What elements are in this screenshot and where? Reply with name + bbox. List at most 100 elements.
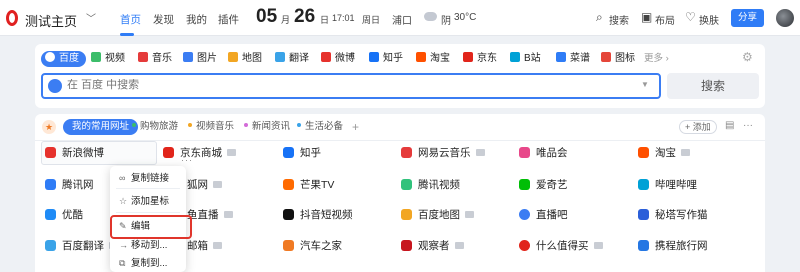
nav-mine[interactable]: 我的 <box>186 12 207 27</box>
site-label: 淘宝 <box>655 147 676 159</box>
site-sohu[interactable]: 狐网 <box>187 175 222 195</box>
engine-label: 淘宝 <box>430 53 450 64</box>
tab-video-music[interactable]: 视频音乐 <box>188 119 234 135</box>
skin-icon[interactable]: ♡ <box>685 10 696 24</box>
engine-tab-translate[interactable]: 翻译 <box>275 51 309 67</box>
nav-plugins[interactable]: 插件 <box>218 12 239 27</box>
chevron-down-icon[interactable]: ﹀ <box>86 10 96 25</box>
engine-tab-weibo[interactable]: 微博 <box>321 51 355 67</box>
site-douyu[interactable]: 鱼直播 <box>187 205 233 225</box>
clock-time: 17:01 <box>332 13 355 23</box>
engine-tab-recipes[interactable]: 菜谱 <box>556 51 590 67</box>
site-douyin[interactable]: 抖音短视频 <box>283 205 353 225</box>
layout-tool-label[interactable]: 布局 <box>655 12 675 27</box>
engine-label: 图片 <box>197 53 217 64</box>
add-category-button[interactable]: + <box>352 119 359 135</box>
menu-label: 复制链接 <box>131 173 170 184</box>
folder-icon <box>465 211 474 218</box>
engine-label: 京东 <box>477 53 497 64</box>
gear-icon[interactable]: ⚙ <box>742 50 753 64</box>
site-netease-music[interactable]: 网易云音乐 <box>401 143 485 163</box>
menu-label: 移动到... <box>131 240 168 251</box>
share-button[interactable]: 分享 <box>731 9 764 27</box>
menu-add-star[interactable]: ☆ 添加星标 <box>110 192 186 210</box>
menu-copy-to[interactable]: ⧉ 复制到... <box>110 254 186 272</box>
site-label: 观察者 <box>418 240 450 252</box>
engine-tab-map[interactable]: 地图 <box>228 51 262 67</box>
link-icon: ∞ <box>119 173 126 183</box>
date-day-unit: 日 <box>320 15 330 25</box>
date-month-unit: 月 <box>281 15 291 25</box>
engine-tab-video[interactable]: 视频 <box>91 51 125 67</box>
site-zhihu[interactable]: 知乎 <box>283 143 321 163</box>
site-baidu-map[interactable]: 百度地图 <box>401 205 474 225</box>
engine-tab-baidu[interactable]: 百度 <box>41 51 86 67</box>
site-iqiyi[interactable]: 爱奇艺 <box>519 175 568 195</box>
weather-temp: 30°C <box>454 12 477 23</box>
weibo-icon <box>321 52 331 62</box>
site-taobao[interactable]: 淘宝 <box>638 143 690 163</box>
menu-label: 添加星标 <box>131 196 170 207</box>
engine-label: 百度 <box>59 53 79 64</box>
nav-home[interactable]: 首页 <box>120 12 141 27</box>
top-bar: 测试主页 ﹀ 首页 发现 我的 插件 05 月 26 日 17:01 周日 浦口… <box>0 0 800 36</box>
zhihu-icon <box>369 52 379 62</box>
avatar[interactable] <box>776 9 794 27</box>
site-smzdm[interactable]: 什么值得买 <box>519 236 603 256</box>
site-baidu-translate[interactable]: 百度翻译 <box>45 236 118 256</box>
layout-icon[interactable]: ▣ <box>641 10 652 24</box>
more-icon[interactable]: ··· <box>743 120 753 131</box>
baidu-paw-icon <box>48 79 62 93</box>
engine-label: 翻译 <box>289 53 309 64</box>
site-qq[interactable]: 腾讯网 <box>45 175 94 195</box>
site-mgtv[interactable]: 芒果TV <box>283 175 334 195</box>
search-button[interactable]: 搜索 <box>667 73 759 99</box>
tencent-video-icon <box>401 179 412 190</box>
skin-tool-label[interactable]: 换肤 <box>699 12 719 27</box>
site-zhibo8[interactable]: 直播吧 <box>519 205 568 225</box>
site-ctrip[interactable]: 携程旅行网 <box>638 236 708 256</box>
weather-city[interactable]: 浦口 <box>392 12 412 27</box>
menu-label: 复制到... <box>131 258 168 269</box>
nav-discover[interactable]: 发现 <box>153 12 174 27</box>
engine-label: 音乐 <box>152 53 172 64</box>
site-jd[interactable]: 京东商城 <box>163 143 236 163</box>
tab-news[interactable]: 新闻资讯 <box>244 119 290 135</box>
dot-icon <box>297 123 301 127</box>
engine-tab-music[interactable]: 音乐 <box>138 51 172 67</box>
folder-icon <box>454 242 464 249</box>
bilibili-icon <box>510 52 520 62</box>
site-autohome[interactable]: 汽车之家 <box>283 236 342 256</box>
site-xiezuomao[interactable]: 秘塔写作猫 <box>638 205 708 225</box>
site-vip[interactable]: 唯品会 <box>519 143 568 163</box>
site-youku[interactable]: 优酷 <box>45 205 83 225</box>
site-label: 腾讯视频 <box>418 179 460 191</box>
youku-icon <box>45 209 56 220</box>
add-site-button[interactable]: + 添加 <box>679 120 717 134</box>
site-bilibili[interactable]: 哔哩哔哩 <box>638 175 697 195</box>
site-guancha[interactable]: 观察者 <box>401 236 464 256</box>
site-weibo[interactable]: 新浪微博 <box>45 143 104 163</box>
search-icon[interactable]: ⌕ <box>596 10 603 25</box>
more-engines-button[interactable]: 更多 › <box>644 51 669 67</box>
engine-tab-jd[interactable]: 京东 <box>463 51 497 67</box>
tab-life[interactable]: 生活必备 <box>297 119 343 135</box>
folder-icon <box>681 149 690 156</box>
nav-active-indicator <box>120 33 134 36</box>
taobao-icon <box>416 52 426 62</box>
grid-icon[interactable]: ▤ <box>725 120 734 131</box>
search-tool-label[interactable]: 搜索 <box>609 12 629 27</box>
engine-tab-zhihu[interactable]: 知乎 <box>369 51 403 67</box>
menu-copy-link[interactable]: ∞ 复制链接 <box>110 169 186 187</box>
page-title[interactable]: 测试主页 <box>25 11 77 30</box>
tab-frequent-sites[interactable]: 我的常用网址 <box>63 119 139 135</box>
site-tencent-video[interactable]: 腾讯视频 <box>401 175 460 195</box>
tab-shopping-travel[interactable]: 购物旅游 <box>132 119 178 135</box>
site-mail[interactable]: 邮箱 <box>187 236 222 256</box>
engine-tab-bilibili[interactable]: B站 <box>510 51 541 67</box>
engine-tab-taobao[interactable]: 淘宝 <box>416 51 450 67</box>
search-input[interactable] <box>67 79 587 91</box>
engine-tab-icons[interactable]: 图标 <box>601 51 635 67</box>
chevron-down-icon[interactable]: ▼ <box>641 80 649 89</box>
engine-tab-images[interactable]: 图片 <box>183 51 217 67</box>
